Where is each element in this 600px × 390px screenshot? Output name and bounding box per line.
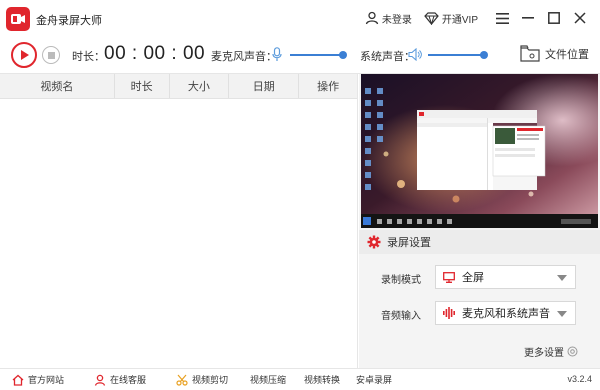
vip-label: 开通VIP	[441, 14, 478, 26]
mic-volume-label: 麦克风声音：	[211, 51, 277, 63]
video-cut-label: 视频剪切	[192, 375, 229, 385]
minimize-button[interactable]	[516, 6, 540, 30]
play-icon	[21, 50, 29, 60]
audio-input-value: 麦克风和系统声音	[462, 308, 550, 320]
right-panel: 录屏设置 录制模式 全屏 音频输入 麦克风和系统声音 更多设置	[359, 74, 600, 368]
screen-preview	[361, 74, 598, 228]
menu-button[interactable]	[490, 6, 514, 30]
audio-input-label: 音频输入	[381, 311, 421, 322]
video-convert-link[interactable]: 视频转换	[304, 373, 340, 386]
maximize-icon	[548, 12, 560, 24]
system-volume-label: 系统声音：	[360, 51, 415, 63]
file-location-label: 文件位置	[545, 48, 589, 61]
vip-link[interactable]: 开通VIP	[424, 11, 478, 26]
record-mode-value: 全屏	[462, 272, 484, 284]
column-header-action: 操作	[317, 81, 340, 93]
video-compress-link[interactable]: 视频压缩	[250, 373, 286, 386]
audio-input-select[interactable]: 麦克风和系统声音	[435, 301, 576, 325]
gear-icon	[367, 235, 381, 249]
stop-icon	[47, 51, 55, 59]
record-settings-title: 录屏设置	[387, 237, 431, 249]
more-settings-label: 更多设置	[524, 348, 564, 359]
speaker-icon[interactable]	[408, 48, 422, 61]
duration-label: 时长：	[72, 51, 105, 63]
maximize-button[interactable]	[542, 6, 566, 30]
video-compress-label: 视频压缩	[250, 375, 287, 385]
list-header: 视频名 时长 大小 日期 操作	[0, 74, 357, 99]
official-site-link[interactable]: 官方网站	[12, 373, 64, 386]
online-support-link[interactable]: 在线客服	[94, 373, 146, 386]
column-header-name[interactable]: 视频名	[0, 74, 115, 98]
scissors-icon	[176, 374, 188, 386]
record-mode-label: 录制模式	[381, 275, 421, 286]
record-button[interactable]	[11, 42, 37, 68]
support-icon	[94, 374, 106, 386]
file-location-button[interactable]: 文件位置	[520, 45, 589, 62]
system-slider-knob[interactable]	[480, 51, 488, 59]
android-record-link[interactable]: 安卓录屏	[356, 373, 392, 386]
more-settings-link[interactable]: 更多设置	[524, 344, 578, 359]
record-settings-header: 录屏设置	[359, 230, 600, 254]
column-header-date[interactable]: 日期	[229, 74, 300, 98]
login-link[interactable]: 未登录	[365, 11, 412, 26]
column-header-size[interactable]: 大小	[170, 74, 230, 98]
stop-button[interactable]	[42, 46, 60, 64]
app-logo-icon	[6, 7, 30, 31]
record-mode-select[interactable]: 全屏	[435, 265, 576, 289]
official-site-label: 官方网站	[28, 375, 65, 385]
diamond-icon	[424, 11, 439, 25]
online-support-label: 在线客服	[110, 375, 147, 385]
mic-slider-knob[interactable]	[339, 51, 347, 59]
sound-wave-icon	[443, 307, 455, 319]
home-icon	[12, 374, 24, 386]
user-icon	[365, 11, 379, 25]
recording-list: 视频名 时长 大小 日期 操作	[0, 74, 358, 368]
bottom-bar: 官方网站 在线客服 视频剪切 视频压缩 视频转换 安卓录屏 v3.2.4	[0, 368, 600, 390]
duration-value: 00 : 00 : 00	[104, 43, 206, 64]
app-title: 金舟录屏大师	[36, 15, 102, 27]
close-icon	[574, 12, 586, 24]
video-convert-label: 视频转换	[304, 375, 341, 385]
title-bar: 金舟录屏大师 未登录 开通VIP	[0, 0, 600, 36]
hamburger-icon	[495, 12, 509, 24]
chevron-down-icon	[557, 311, 567, 317]
login-label: 未登录	[381, 14, 412, 26]
mic-volume-slider[interactable]	[290, 51, 347, 59]
preview-thumbnail	[361, 74, 598, 228]
folder-icon	[520, 45, 540, 62]
settings-circle-icon	[567, 346, 578, 357]
column-header-duration[interactable]: 时长	[115, 74, 170, 98]
system-volume-slider[interactable]	[428, 51, 488, 59]
close-button[interactable]	[568, 6, 592, 30]
chevron-down-icon	[557, 275, 567, 281]
monitor-icon	[443, 271, 455, 283]
android-record-label: 安卓录屏	[356, 375, 393, 385]
control-bar: 时长： 00 : 00 : 00 麦克风声音： 系统声音： 文件位置	[0, 36, 600, 74]
microphone-icon[interactable]	[272, 47, 282, 62]
video-cut-link[interactable]: 视频剪切	[176, 373, 228, 386]
version-label: v3.2.4	[567, 374, 592, 384]
minimize-icon	[522, 17, 534, 19]
